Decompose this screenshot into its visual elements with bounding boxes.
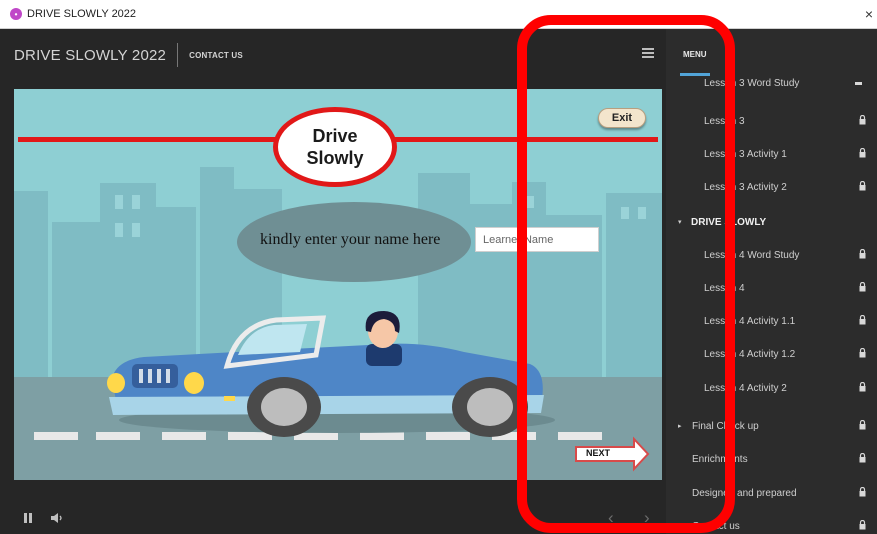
name-prompt: kindly enter your name here	[260, 231, 441, 248]
slide-title-line-1: Drive	[312, 126, 358, 146]
lock-icon	[859, 487, 866, 497]
window-titlebar: • DRIVE SLOWLY 2022 ×	[0, 0, 877, 29]
volume-icon[interactable]	[50, 512, 64, 524]
lock-icon	[859, 181, 866, 191]
lock-icon	[859, 453, 866, 463]
slide-title-line-2: Slowly	[306, 148, 364, 168]
slide-title: Drive Slowly	[273, 107, 397, 187]
lock-icon	[859, 520, 866, 530]
lock-icon	[859, 348, 866, 358]
lock-icon	[859, 420, 866, 430]
lock-icon	[859, 249, 866, 259]
red-highlight-annotation	[517, 15, 735, 533]
lock-icon	[859, 115, 866, 125]
lock-icon	[859, 382, 866, 392]
contact-us-link[interactable]: CONTACT US	[189, 51, 243, 60]
lock-icon	[859, 148, 866, 158]
collapse-icon	[855, 82, 862, 85]
lock-icon	[859, 315, 866, 325]
app-icon: •	[10, 8, 22, 20]
lock-icon	[859, 282, 866, 292]
window-title: DRIVE SLOWLY 2022	[27, 8, 137, 20]
close-window-icon[interactable]: ×	[865, 6, 873, 22]
course-title: DRIVE SLOWLY 2022	[14, 46, 167, 64]
driver-illustration	[365, 311, 402, 366]
topbar-divider	[177, 43, 179, 67]
pause-icon[interactable]	[24, 513, 32, 523]
